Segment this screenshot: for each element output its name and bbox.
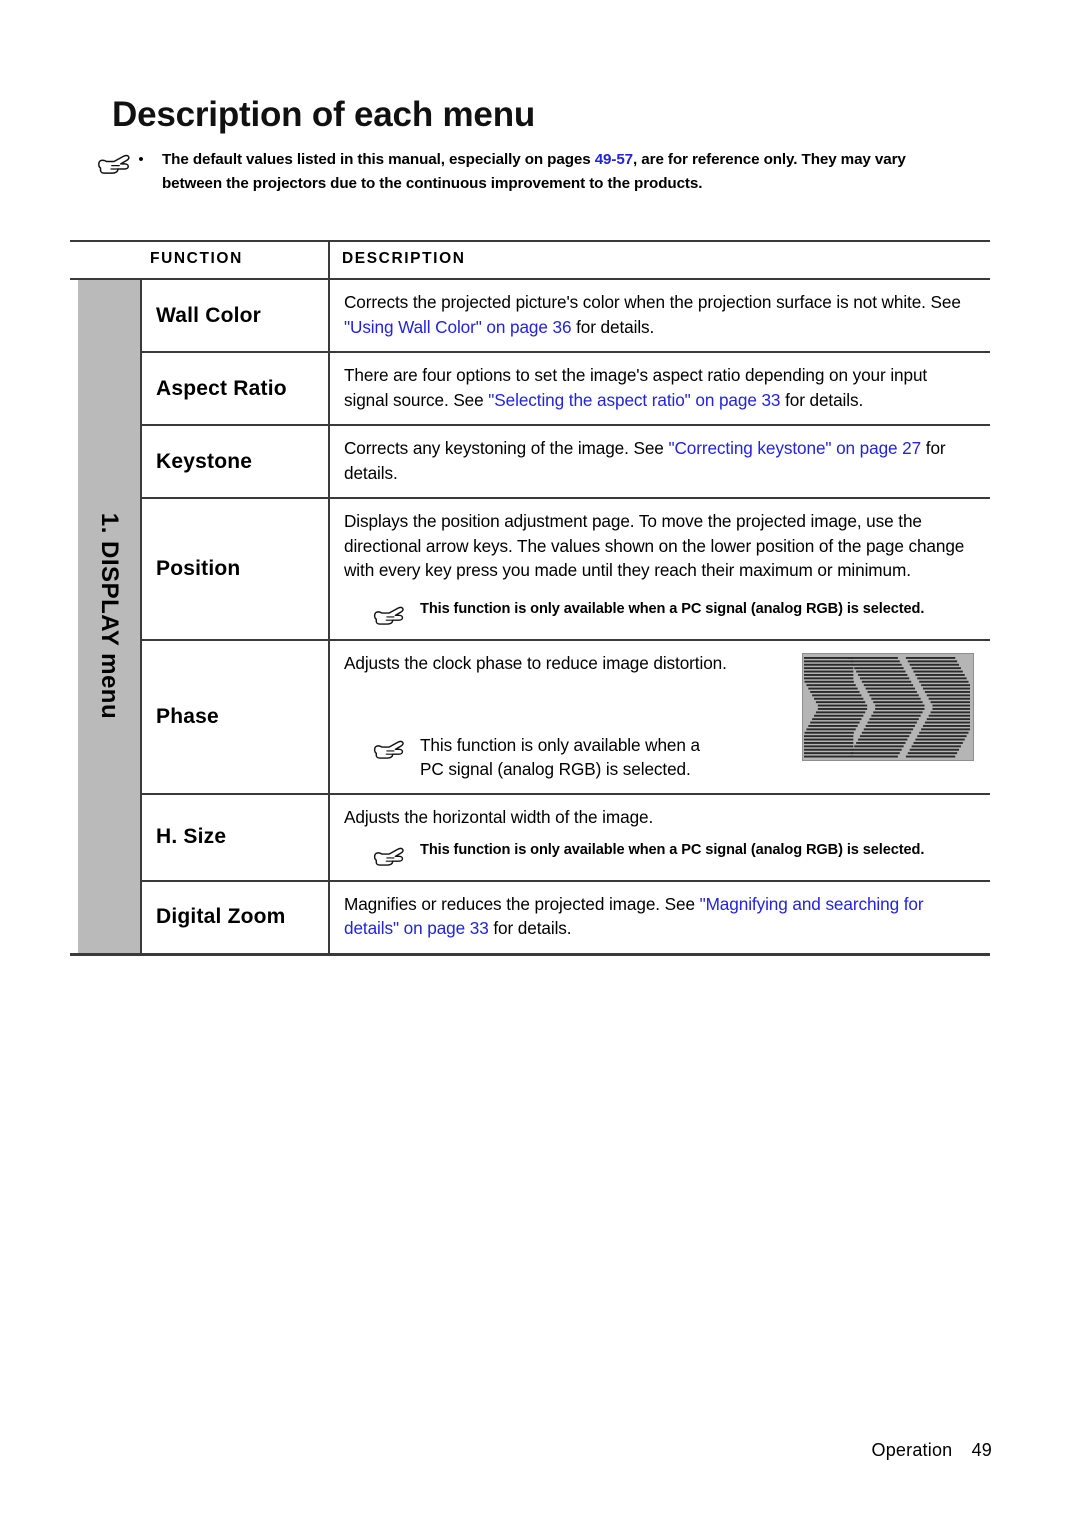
description-text: Displays the position adjustment page. T… [344,511,965,580]
function-cell-position: Position [142,499,330,639]
desc-part2: for details. [488,918,572,938]
function-cell-keystone: Keystone [142,426,330,497]
description-cell-h-size: Adjusts the horizontal width of the imag… [330,795,990,880]
description-text: Magnifies or reduces the projected image… [344,892,974,941]
desc-link[interactable]: "Correcting keystone" on page 27 [668,438,921,458]
description-cell-aspect-ratio: There are four options to set the image'… [330,353,990,424]
function-cell-phase: Phase [142,640,330,793]
intro-bullet: • [138,151,144,168]
availability-note-text: This function is only available when a P… [420,841,925,858]
table-row: Keystone Corrects any keystoning of the … [142,426,990,499]
function-label: Position [156,556,241,580]
availability-note: This function is only available when a P… [344,840,974,868]
availability-note-text: This function is only available when a P… [420,735,700,779]
description-cell-phase: Adjusts the clock phase to reduce image … [330,641,990,794]
description-cell-wall-color: Corrects the projected picture's color w… [330,280,990,351]
pointing-hand-icon [98,154,130,174]
function-label: Phase [156,704,219,728]
table-row: Aspect Ratio There are four options to s… [142,353,990,426]
function-label: Aspect Ratio [156,376,287,400]
function-label: H. Size [156,825,227,849]
function-label: Wall Color [156,303,262,327]
description-text: Corrects any keystoning of the image. Se… [344,436,974,485]
pointing-hand-icon [373,847,404,866]
intro-text-part1: The default values listed in this manual… [162,151,595,168]
availability-note: This function is only available when a P… [344,599,974,627]
intro-note-text: The default values listed in this manual… [150,148,956,195]
availability-note-text: This function is only available when a P… [420,600,925,617]
table-header-row: FUNCTION DESCRIPTION [70,242,990,278]
table-body: 1. DISPLAY menu Wall Color Corrects the … [70,278,990,953]
desc-part2: for details. [780,389,864,410]
function-cell-wall-color: Wall Color [142,280,330,351]
table-row: H. Size Adjusts the horizontal width of … [142,795,990,882]
function-label: Keystone [156,449,253,473]
function-cell-aspect-ratio: Aspect Ratio [142,353,330,424]
pointing-hand-icon [373,740,404,759]
header-column-divider [328,242,330,278]
table-row: Phase Adjusts the clock phase to reduce … [142,640,990,795]
description-cell-digital-zoom: Magnifies or reduces the projected image… [330,882,990,953]
function-cell-digital-zoom: Digital Zoom [142,881,330,953]
desc-part1: Magnifies or reduces the projected image… [344,893,700,914]
table-bottom-rule [70,952,990,956]
display-menu-band [78,280,140,953]
phase-distortion-figure [801,651,975,766]
description-text: Adjusts the horizontal width of the imag… [344,807,654,827]
description-text: Corrects the projected picture's color w… [344,290,974,339]
page-title: Description of each menu [112,95,536,134]
table-row: Digital Zoom Magnifies or reduces the pr… [142,881,990,953]
document-page: Description of each menu • The default v… [0,0,1080,1529]
availability-note: This function is only available when a P… [344,733,792,781]
desc-part1: Corrects any keystoning of the image. Se… [344,438,669,458]
page-footer: Operation 49 [872,1440,992,1461]
description-cell-position: Displays the position adjustment page. T… [330,499,990,639]
header-function: FUNCTION [150,250,243,267]
description-text: There are four options to set the image'… [344,363,974,412]
function-cell-h-size: H. Size [142,795,330,880]
pointing-hand-icon [373,606,404,625]
intro-note: • The default values listed in this manu… [96,148,956,195]
table-row: Wall Color Corrects the projected pictur… [142,280,990,353]
desc-part1: Corrects the projected picture's color w… [344,292,961,312]
footer-page-number: 49 [971,1440,992,1460]
menu-description-table: FUNCTION DESCRIPTION 1. DISPLAY menu Wal… [70,240,990,956]
desc-link[interactable]: "Selecting the aspect ratio" on page 33 [488,390,780,410]
table-row: Position Displays the position adjustmen… [142,499,990,641]
header-description: DESCRIPTION [342,250,466,267]
footer-section-label: Operation [871,1440,953,1460]
table-rows: Wall Color Corrects the projected pictur… [140,280,990,953]
description-cell-keystone: Corrects any keystoning of the image. Se… [330,426,990,497]
desc-part2: for details. [571,316,655,337]
description-text: Adjusts the clock phase to reduce image … [344,652,727,673]
intro-link-pages[interactable]: 49-57 [595,151,633,168]
function-label: Digital Zoom [156,905,286,928]
desc-link[interactable]: "Using Wall Color" on page 36 [344,317,572,337]
